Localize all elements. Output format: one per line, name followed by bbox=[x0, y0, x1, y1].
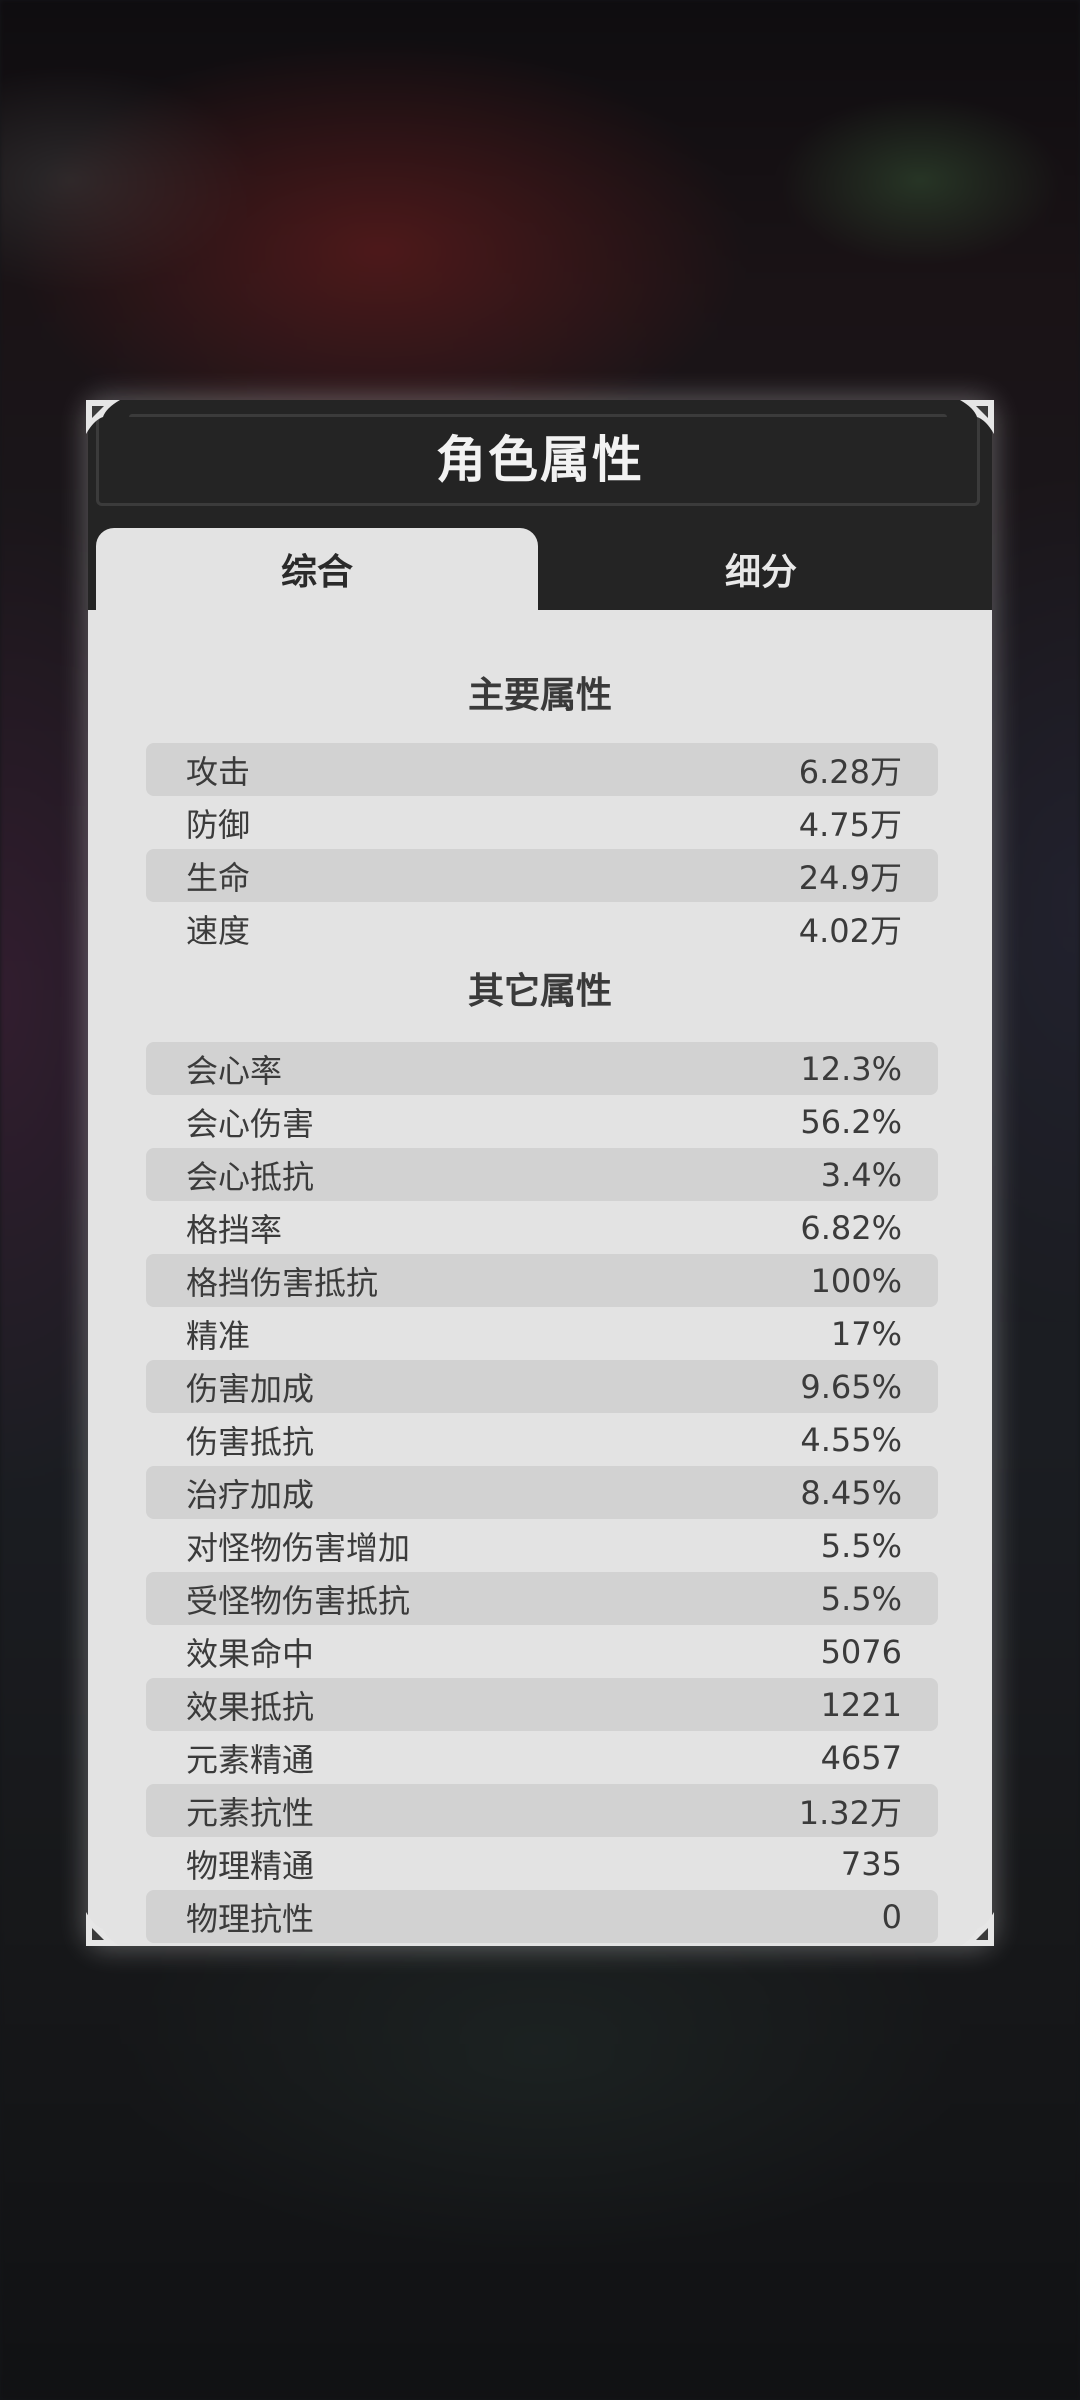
attribute-label: 会心伤害 bbox=[186, 1104, 315, 1143]
attribute-row: 会心率 12.3% bbox=[146, 1042, 938, 1095]
dialog-title: 角色属性 bbox=[436, 431, 644, 489]
attribute-value: 12.3% bbox=[800, 1049, 902, 1088]
attribute-label: 精准 bbox=[186, 1316, 251, 1355]
attribute-label: 效果命中 bbox=[186, 1634, 315, 1673]
attribute-label: 格挡伤害抵抗 bbox=[186, 1263, 379, 1302]
attribute-value: 9.65% bbox=[800, 1367, 902, 1406]
attribute-row: 会心伤害 56.2% bbox=[146, 1095, 938, 1148]
attribute-row: 效果抵抗 1221 bbox=[146, 1678, 938, 1731]
attributes-scroll-area[interactable]: 主要属性 攻击 6.28万 防御 4.75万 生命 24.9万 速度 4.02万… bbox=[88, 610, 992, 1946]
corner-ornament-icon bbox=[86, 400, 120, 434]
attribute-row-defense: 防御 4.75万 bbox=[146, 796, 938, 849]
attribute-value: 3.4% bbox=[820, 1155, 902, 1194]
attribute-value: 4657 bbox=[820, 1738, 902, 1777]
attribute-value: 6.28万 bbox=[798, 752, 902, 791]
section-title-other: 其它属性 bbox=[467, 971, 612, 1012]
attribute-label: 格挡率 bbox=[186, 1210, 283, 1249]
attribute-value: 0 bbox=[881, 1897, 902, 1936]
attribute-value: 56.2% bbox=[800, 1102, 902, 1141]
attribute-value: 6.82% bbox=[800, 1208, 902, 1247]
attribute-row-attack: 攻击 6.28万 bbox=[146, 743, 938, 796]
attribute-label: 对怪物伤害增加 bbox=[186, 1528, 411, 1567]
attribute-label: 元素精通 bbox=[186, 1740, 315, 1779]
attribute-label: 物理精通 bbox=[186, 1846, 315, 1885]
attribute-row: 格挡率 6.82% bbox=[146, 1201, 938, 1254]
attribute-label: 元素抗性 bbox=[186, 1793, 315, 1832]
attribute-row: 效果命中 5076 bbox=[146, 1625, 938, 1678]
attribute-value: 4.55% bbox=[800, 1420, 902, 1459]
attribute-value: 8.45% bbox=[800, 1473, 902, 1512]
attribute-value: 1.32万 bbox=[798, 1793, 902, 1832]
attribute-row: 格挡伤害抵抗 100% bbox=[146, 1254, 938, 1307]
attribute-label: 生命 bbox=[186, 858, 251, 897]
attribute-label: 伤害加成 bbox=[186, 1369, 315, 1408]
dialog-header: 角色属性 综合 细分 bbox=[88, 400, 992, 610]
attribute-row-speed: 速度 4.02万 bbox=[146, 902, 938, 955]
attribute-value: 100% bbox=[810, 1261, 902, 1300]
attribute-row: 伤害抵抗 4.55% bbox=[146, 1413, 938, 1466]
attribute-row: 元素抗性 1.32万 bbox=[146, 1784, 938, 1837]
attribute-label: 物理抗性 bbox=[186, 1899, 315, 1938]
attribute-row: 会心抵抗 3.4% bbox=[146, 1148, 938, 1201]
tab-detail[interactable]: 细分 bbox=[540, 528, 982, 610]
attribute-value: 4.75万 bbox=[798, 805, 902, 844]
attribute-label: 效果抵抗 bbox=[186, 1687, 315, 1726]
attribute-row: 治疗加成 8.45% bbox=[146, 1466, 938, 1519]
attribute-value: 5.5% bbox=[820, 1579, 902, 1618]
attribute-value: 735 bbox=[840, 1844, 902, 1883]
attribute-row-hp: 生命 24.9万 bbox=[146, 849, 938, 902]
attribute-label: 治疗加成 bbox=[186, 1475, 315, 1514]
attribute-value: 5.5% bbox=[820, 1526, 902, 1565]
attribute-label: 会心抵抗 bbox=[186, 1157, 315, 1196]
attribute-row: 对怪物伤害增加 5.5% bbox=[146, 1519, 938, 1572]
attribute-row: 受怪物伤害抵抗 5.5% bbox=[146, 1572, 938, 1625]
attribute-label: 攻击 bbox=[186, 752, 251, 791]
attribute-row: 伤害加成 9.65% bbox=[146, 1360, 938, 1413]
attribute-label: 防御 bbox=[186, 805, 251, 844]
attribute-row: 精准 17% bbox=[146, 1307, 938, 1360]
attribute-label: 会心率 bbox=[186, 1051, 283, 1090]
attribute-value: 4.02万 bbox=[798, 911, 902, 950]
section-title-main: 主要属性 bbox=[467, 675, 612, 716]
corner-ornament-icon bbox=[960, 1912, 994, 1946]
corner-ornament-icon bbox=[960, 400, 994, 434]
attributes-dialog: 角色属性 综合 细分 主要属性 攻击 6.28万 防御 4.75万 生命 24.… bbox=[88, 400, 992, 1946]
attribute-row: 物理抗性 0 bbox=[146, 1890, 938, 1943]
attribute-value: 17% bbox=[830, 1314, 902, 1353]
tab-overview[interactable]: 综合 bbox=[96, 528, 538, 610]
attribute-value: 5076 bbox=[820, 1632, 902, 1671]
attribute-label: 速度 bbox=[186, 911, 251, 950]
attribute-value: 1221 bbox=[820, 1685, 902, 1724]
attribute-row: 元素精通 4657 bbox=[146, 1731, 938, 1784]
attribute-label: 伤害抵抗 bbox=[186, 1422, 315, 1461]
corner-ornament-icon bbox=[86, 1912, 120, 1946]
attribute-value: 24.9万 bbox=[798, 858, 902, 897]
attribute-row: 物理精通 735 bbox=[146, 1837, 938, 1890]
attribute-label: 受怪物伤害抵抗 bbox=[186, 1581, 411, 1620]
